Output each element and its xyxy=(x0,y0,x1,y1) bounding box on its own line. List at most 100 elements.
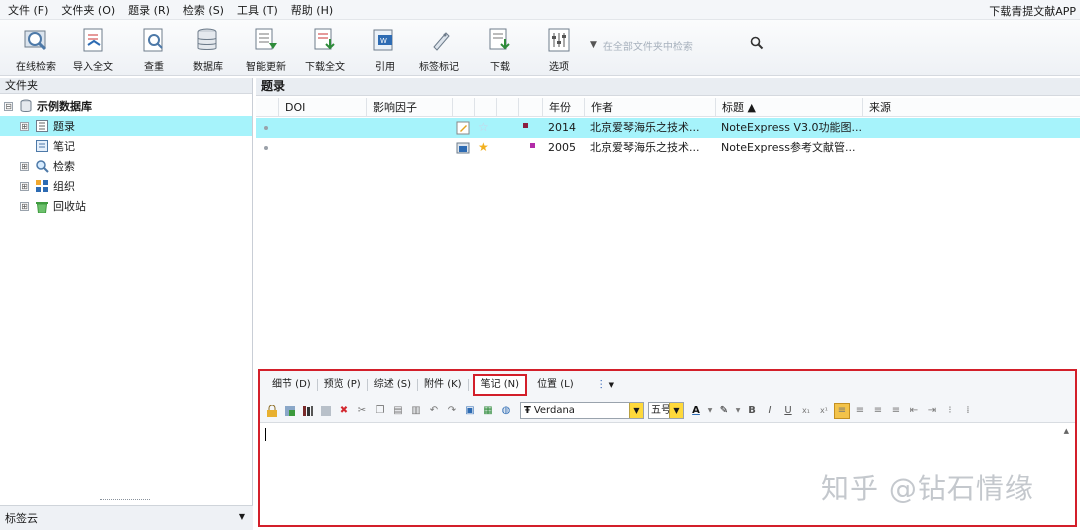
indent-decrease-icon[interactable]: ⇤ xyxy=(906,403,922,419)
search-icon[interactable] xyxy=(750,36,764,53)
italic-icon[interactable]: I xyxy=(762,403,778,419)
splitter-grip[interactable] xyxy=(100,499,150,500)
attachment-doc-icon[interactable] xyxy=(456,141,470,158)
database-button[interactable]: 数据库 xyxy=(193,26,223,74)
online-search-button[interactable]: 在线检索 xyxy=(16,26,56,74)
subscript-icon[interactable]: x₁ xyxy=(798,403,814,419)
bold-icon[interactable]: B xyxy=(744,403,760,419)
tab-notes[interactable]: 笔记 (N) xyxy=(472,374,528,396)
tree-item-notes[interactable]: 笔记 xyxy=(0,136,252,156)
cite-button[interactable]: W 引用 xyxy=(371,26,399,74)
search-input[interactable]: 在全部文件夹中检索 xyxy=(603,38,693,53)
align-center-icon[interactable]: ≡ xyxy=(852,403,868,419)
menu-help[interactable]: 帮助 (H) xyxy=(291,2,333,18)
menu-reference[interactable]: 题录 (R) xyxy=(128,2,170,18)
numbered-list-icon[interactable]: ⁝ xyxy=(942,403,958,419)
search-box[interactable]: ▼ 在全部文件夹中检索 xyxy=(590,34,780,56)
chevron-down-icon[interactable]: ▼ xyxy=(734,403,742,419)
star-filled-icon[interactable]: ★ xyxy=(478,140,489,154)
star-icon[interactable]: ☆ xyxy=(478,120,489,134)
cell-title: NoteExpress V3.0功能图... xyxy=(721,121,862,134)
paperclip-icon[interactable]: ⫶ xyxy=(600,378,603,393)
chevron-down-icon[interactable]: ▼ xyxy=(629,403,643,418)
column-year[interactable]: 年份 xyxy=(542,98,584,117)
expand-icon[interactable]: ⊞ xyxy=(20,181,29,191)
font-size-select[interactable]: 五号 ▼ xyxy=(648,402,684,419)
paste-special-icon[interactable]: ▥ xyxy=(408,403,424,419)
duplicate-check-button[interactable]: 查重 xyxy=(140,26,168,74)
cut-icon[interactable]: ✂ xyxy=(354,403,370,419)
smart-update-button[interactable]: 智能更新 xyxy=(246,26,286,74)
books-icon[interactable] xyxy=(300,403,316,419)
bullet-list-icon[interactable]: ⁞ xyxy=(960,403,976,419)
column-doi[interactable]: DOI xyxy=(278,98,366,117)
dropdown-arrow-icon[interactable]: ▼ xyxy=(239,512,245,521)
folder-pane-header: 文件夹 xyxy=(0,78,252,94)
save-icon[interactable] xyxy=(318,403,334,419)
new-note-icon[interactable] xyxy=(282,403,298,419)
underline-icon[interactable]: U xyxy=(780,403,796,419)
copy-icon[interactable]: ❐ xyxy=(372,403,388,419)
download-app-link[interactable]: 下载青提文献APP xyxy=(989,3,1076,19)
indent-increase-icon[interactable]: ⇥ xyxy=(924,403,940,419)
tab-summary[interactable]: 综述 (S) xyxy=(368,379,419,391)
import-fulltext-button[interactable]: 导入全文 xyxy=(73,26,113,74)
chevron-down-icon[interactable]: ▼ xyxy=(590,40,597,50)
align-right-icon[interactable]: ≡ xyxy=(870,403,886,419)
notes-editor[interactable]: ▲ 知乎 @钻石情缘 xyxy=(260,423,1075,525)
table-icon[interactable]: ▦ xyxy=(480,403,496,419)
table-row[interactable]: ★ 2005 北京爱琴海乐之技术... NoteExpress参考文献管... xyxy=(256,138,1080,158)
menu-folder[interactable]: 文件夹 (O) xyxy=(61,2,115,18)
tab-preview[interactable]: 预览 (P) xyxy=(318,379,368,391)
justify-icon[interactable]: ≡ xyxy=(888,403,904,419)
chevron-down-icon[interactable]: ▼ xyxy=(609,381,614,389)
tree-item-sample-db[interactable]: ⊟ 示例数据库 xyxy=(0,96,252,116)
paste-icon[interactable]: ▤ xyxy=(390,403,406,419)
download-fulltext-button[interactable]: 下载全文 xyxy=(305,26,345,74)
database-icon xyxy=(19,99,33,113)
expand-icon[interactable]: ⊞ xyxy=(20,201,29,211)
column-title[interactable]: 标题 ▲ xyxy=(715,98,862,117)
image-icon[interactable]: ▣ xyxy=(462,403,478,419)
tree-item-references[interactable]: ⊞ 题录 xyxy=(0,116,252,136)
expand-icon[interactable]: ⊞ xyxy=(20,161,29,171)
table-row[interactable]: ☆ 2014 北京爱琴海乐之技术... NoteExpress V3.0功能图.… xyxy=(256,118,1080,138)
column-icon-b[interactable] xyxy=(474,98,496,117)
scroll-up-icon[interactable]: ▲ xyxy=(1064,427,1069,435)
column-impact-factor[interactable]: 影响因子 xyxy=(366,98,452,117)
download-button[interactable]: 下载 xyxy=(486,26,514,74)
tree-item-recycle-bin[interactable]: ⊞ 回收站 xyxy=(0,196,252,216)
column-icon-d[interactable] xyxy=(518,98,542,117)
menu-file[interactable]: 文件 (F) xyxy=(8,2,48,18)
tab-attachments[interactable]: 附件 (K) xyxy=(418,379,469,391)
chevron-down-icon[interactable]: ▼ xyxy=(669,403,683,418)
expand-icon[interactable]: ⊞ xyxy=(20,121,29,131)
column-icon-c[interactable] xyxy=(496,98,518,117)
chevron-down-icon[interactable]: ▼ xyxy=(706,403,714,419)
menu-search[interactable]: 检索 (S) xyxy=(183,2,224,18)
link-icon[interactable]: ◍ xyxy=(498,403,514,419)
tree-item-organize[interactable]: ⊞ 组织 xyxy=(0,176,252,196)
tab-location[interactable]: 位置 (L) xyxy=(531,379,580,391)
highlight-pen-icon[interactable]: ✎ xyxy=(716,403,732,419)
font-color-icon[interactable]: A xyxy=(688,403,704,419)
tab-details[interactable]: 细节 (D) xyxy=(266,379,318,391)
align-left-icon[interactable]: ≡ xyxy=(834,402,850,419)
font-icon: Ŧ xyxy=(524,405,531,416)
redo-icon[interactable]: ↷ xyxy=(444,403,460,419)
tag-mark-button[interactable]: 标签标记 xyxy=(419,26,459,74)
column-icon-a[interactable] xyxy=(452,98,474,117)
tree-item-search[interactable]: ⊞ 检索 xyxy=(0,156,252,176)
menu-tools[interactable]: 工具 (T) xyxy=(237,2,278,18)
delete-icon[interactable]: ✖ xyxy=(336,403,352,419)
column-author[interactable]: 作者 xyxy=(584,98,715,117)
superscript-icon[interactable]: x¹ xyxy=(816,403,832,419)
collapse-icon[interactable]: ⊟ xyxy=(4,101,13,111)
tag-cloud-panel[interactable]: 标签云 ▼ xyxy=(0,505,253,530)
options-button[interactable]: 选项 xyxy=(545,26,573,74)
undo-icon[interactable]: ↶ xyxy=(426,403,442,419)
lock-icon[interactable] xyxy=(264,403,280,419)
column-source[interactable]: 来源 xyxy=(862,98,1080,117)
edit-note-icon[interactable] xyxy=(456,121,470,138)
font-family-select[interactable]: Ŧ Verdana ▼ xyxy=(520,402,644,419)
